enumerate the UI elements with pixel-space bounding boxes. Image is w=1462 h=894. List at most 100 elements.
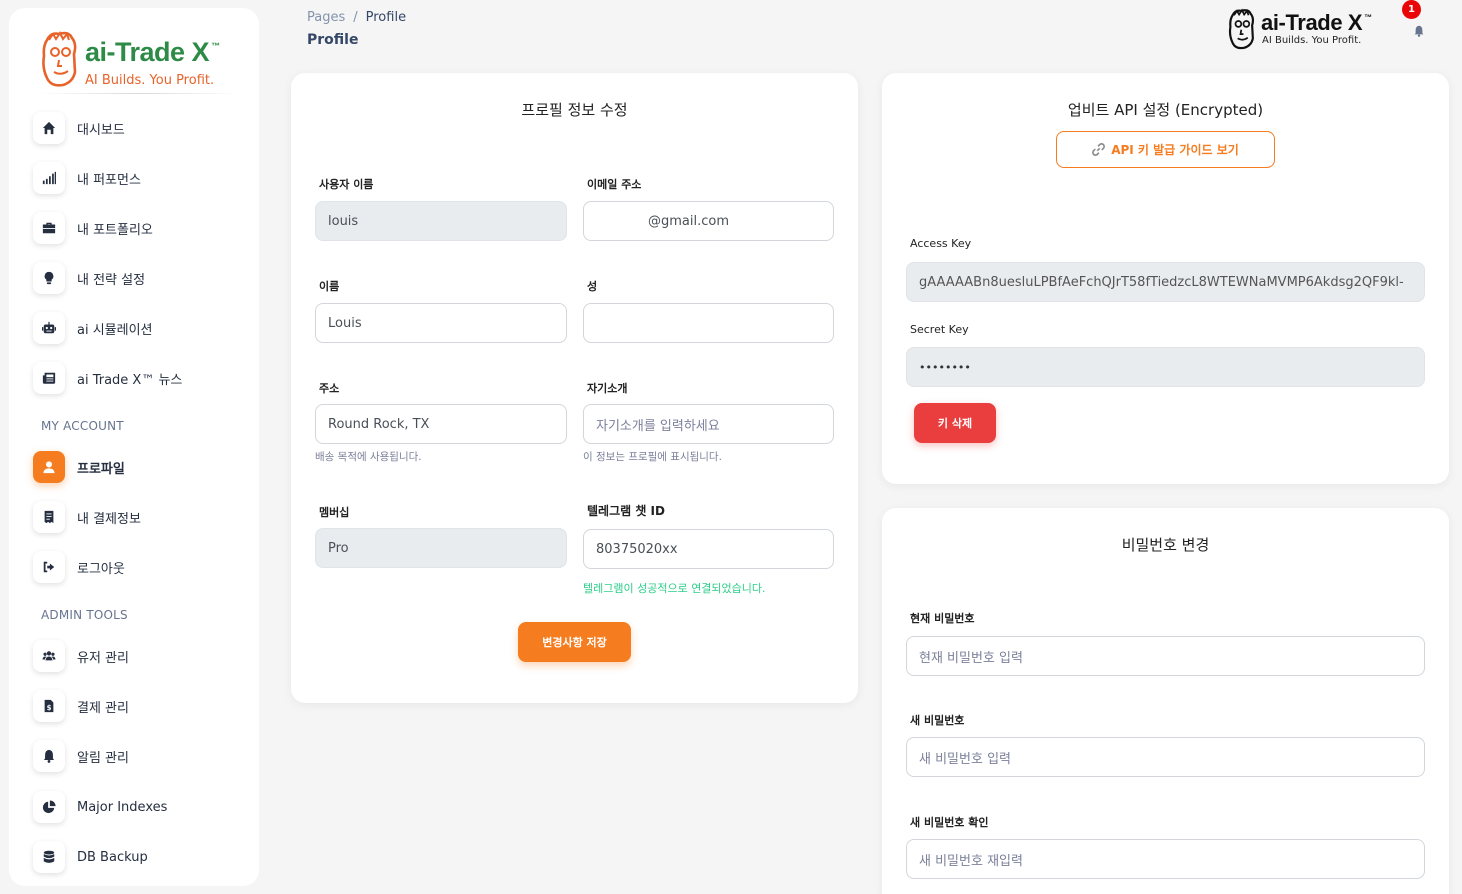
telegram-chat-id-label: 텔레그램 챗 ID bbox=[587, 504, 665, 518]
sidebar-item-label: Major Indexes bbox=[77, 799, 168, 815]
sidebar-item-profile[interactable]: 프로파일 bbox=[33, 449, 243, 485]
email-label: 이메일 주소 bbox=[587, 178, 642, 191]
membership-field[interactable]: Pro bbox=[315, 528, 567, 568]
notification-bell-icon[interactable] bbox=[1413, 22, 1427, 37]
first-name-label: 이름 bbox=[319, 280, 340, 293]
sidebar-item-user-management[interactable]: 유저 관리 bbox=[33, 638, 243, 674]
password-card-title: 비밀번호 변경 bbox=[1121, 536, 1210, 554]
sidebar-item-payment-management[interactable]: $ 결제 관리 bbox=[33, 688, 243, 724]
username-field[interactable]: louis bbox=[315, 201, 567, 241]
invoice-dollar-icon: $ bbox=[33, 690, 65, 722]
sidebar-item-dashboard[interactable]: 대시보드 bbox=[33, 110, 243, 146]
secret-key-label: Secret Key bbox=[910, 323, 969, 336]
receipt-icon bbox=[33, 501, 65, 533]
sidebar-item-billing[interactable]: 내 결제정보 bbox=[33, 499, 243, 535]
sidebar-item-label: 로그아웃 bbox=[77, 561, 125, 577]
telegram-status-message: 텔레그램이 성공적으로 연결되었습니다. bbox=[583, 582, 766, 595]
bio-field[interactable]: 자기소개를 입력하세요 bbox=[583, 404, 834, 444]
divider bbox=[39, 93, 239, 94]
sidebar-item-label: 내 결제정보 bbox=[77, 511, 141, 527]
sidebar-item-label: DB Backup bbox=[77, 849, 148, 865]
last-name-field[interactable] bbox=[583, 303, 834, 343]
sidebar: ai-Trade X ™ AI Builds. You Profit. 대시보드 … bbox=[9, 8, 259, 886]
brand-tagline: AI Builds. You Profit. bbox=[85, 73, 215, 88]
current-password-label: 현재 비밀번호 bbox=[910, 612, 975, 625]
sidebar-item-news[interactable]: ai Trade X™ 뉴스 bbox=[33, 360, 243, 396]
last-name-label: 성 bbox=[587, 280, 598, 293]
sidebar-item-db-backup[interactable]: DB Backup bbox=[33, 839, 243, 875]
profile-edit-card: 프로필 정보 수정 사용자 이름 louis 이메일 주소 @gmail.com… bbox=[291, 73, 858, 703]
access-key-label: Access Key bbox=[910, 237, 972, 250]
svg-text:$: $ bbox=[47, 704, 52, 712]
header-brand-name: ai-Trade X ™ bbox=[1261, 10, 1372, 35]
sidebar-item-performance[interactable]: 내 퍼포먼스 bbox=[33, 160, 243, 196]
confirm-password-label: 새 비밀번호 확인 bbox=[910, 816, 989, 829]
breadcrumb-root-link[interactable]: Pages bbox=[307, 10, 345, 25]
sidebar-item-label: 대시보드 bbox=[77, 122, 125, 138]
sidebar-item-label: 내 포트폴리오 bbox=[77, 222, 153, 238]
new-password-input[interactable]: 새 비밀번호 입력 bbox=[906, 737, 1425, 777]
sidebar-item-strategy[interactable]: 내 전략 설정 bbox=[33, 260, 243, 296]
breadcrumb: Pages / Profile bbox=[307, 10, 406, 25]
sidebar-item-label: 유저 관리 bbox=[77, 650, 129, 666]
sidebar-item-major-indexes[interactable]: Major Indexes bbox=[33, 789, 243, 825]
sidebar-item-portfolio[interactable]: 내 포트폴리오 bbox=[33, 210, 243, 246]
current-password-input[interactable]: 현재 비밀번호 입력 bbox=[906, 636, 1425, 676]
bio-hint: 이 정보는 프로필에 표시됩니다. bbox=[583, 451, 722, 463]
save-changes-button[interactable]: 변경사항 저장 bbox=[518, 622, 631, 662]
sidebar-item-label: 프로파일 bbox=[77, 461, 125, 477]
email-field[interactable]: @gmail.com bbox=[583, 201, 834, 241]
header-brand-tagline: AI Builds. You Profit. bbox=[1262, 35, 1362, 46]
telegram-chat-id-field[interactable]: 80375020xx bbox=[583, 529, 834, 569]
sign-out-icon bbox=[33, 551, 65, 583]
notification-count-badge: 1 bbox=[1402, 0, 1421, 19]
api-settings-card: 업비트 API 설정 (Encrypted) API 키 발급 가이드 보기 A… bbox=[882, 73, 1449, 484]
lightbulb-icon bbox=[33, 262, 65, 294]
sidebar-item-label: ai 시뮬레이션 bbox=[77, 322, 153, 338]
sidebar-item-label: 내 퍼포먼스 bbox=[77, 172, 141, 188]
new-password-label: 새 비밀번호 bbox=[910, 714, 965, 727]
sidebar-item-alert-management[interactable]: 알림 관리 bbox=[33, 738, 243, 774]
user-icon bbox=[33, 451, 65, 483]
page-title: Profile bbox=[307, 32, 359, 48]
sidebar-item-label: ai Trade X™ 뉴스 bbox=[77, 372, 183, 388]
home-icon bbox=[33, 112, 65, 144]
robot-icon bbox=[33, 312, 65, 344]
bell-icon bbox=[33, 740, 65, 772]
header-brand-logo[interactable]: ai-Trade X ™ AI Builds. You Profit. bbox=[1226, 8, 1386, 52]
sidebar-item-label: 알림 관리 bbox=[77, 750, 129, 766]
link-icon bbox=[1092, 143, 1106, 156]
password-change-card: 비밀번호 변경 현재 비밀번호 현재 비밀번호 입력 새 비밀번호 새 비밀번호… bbox=[882, 508, 1449, 894]
membership-label: 멤버십 bbox=[319, 506, 350, 519]
breadcrumb-current: Profile bbox=[365, 10, 407, 25]
signal-bars-icon bbox=[33, 162, 65, 194]
briefcase-icon bbox=[33, 212, 65, 244]
access-key-field[interactable]: gAAAAABn8uesluLPBfAeFchQJrT58fTiedzcL8WT… bbox=[906, 262, 1425, 302]
sidebar-item-logout[interactable]: 로그아웃 bbox=[33, 549, 243, 585]
sidebar-item-label: 결제 관리 bbox=[77, 700, 129, 716]
users-icon bbox=[33, 640, 65, 672]
sidebar-item-simulation[interactable]: ai 시뮬레이션 bbox=[33, 310, 243, 346]
pie-chart-icon bbox=[33, 791, 65, 823]
secret-key-field[interactable]: •••••••• bbox=[906, 347, 1425, 387]
address-hint: 배송 목적에 사용됩니다. bbox=[315, 451, 422, 463]
sidebar-item-label: 내 전략 설정 bbox=[77, 272, 146, 288]
address-label: 주소 bbox=[319, 382, 340, 395]
first-name-field[interactable]: Louis bbox=[315, 303, 567, 343]
mascot-logo-icon bbox=[1228, 8, 1255, 50]
brand-name: ai-Trade X ™ bbox=[85, 37, 220, 67]
api-key-guide-button[interactable]: API 키 발급 가이드 보기 bbox=[1056, 131, 1275, 168]
api-key-guide-label: API 키 발급 가이드 보기 bbox=[1111, 143, 1239, 157]
section-heading-admin-tools: ADMIN TOOLS bbox=[41, 608, 128, 622]
address-field[interactable]: Round Rock, TX bbox=[315, 404, 567, 444]
newspaper-icon bbox=[33, 362, 65, 394]
database-icon bbox=[33, 841, 65, 873]
username-label: 사용자 이름 bbox=[319, 178, 374, 191]
api-card-title: 업비트 API 설정 (Encrypted) bbox=[1067, 101, 1264, 119]
profile-card-title: 프로필 정보 수정 bbox=[521, 101, 628, 119]
delete-key-button[interactable]: 키 삭제 bbox=[914, 403, 996, 443]
confirm-password-input[interactable]: 새 비밀번호 재입력 bbox=[906, 839, 1425, 879]
bio-label: 자기소개 bbox=[587, 382, 628, 395]
brand-logo[interactable]: ai-Trade X ™ AI Builds. You Profit. bbox=[39, 30, 239, 92]
mascot-logo-icon bbox=[42, 31, 77, 87]
